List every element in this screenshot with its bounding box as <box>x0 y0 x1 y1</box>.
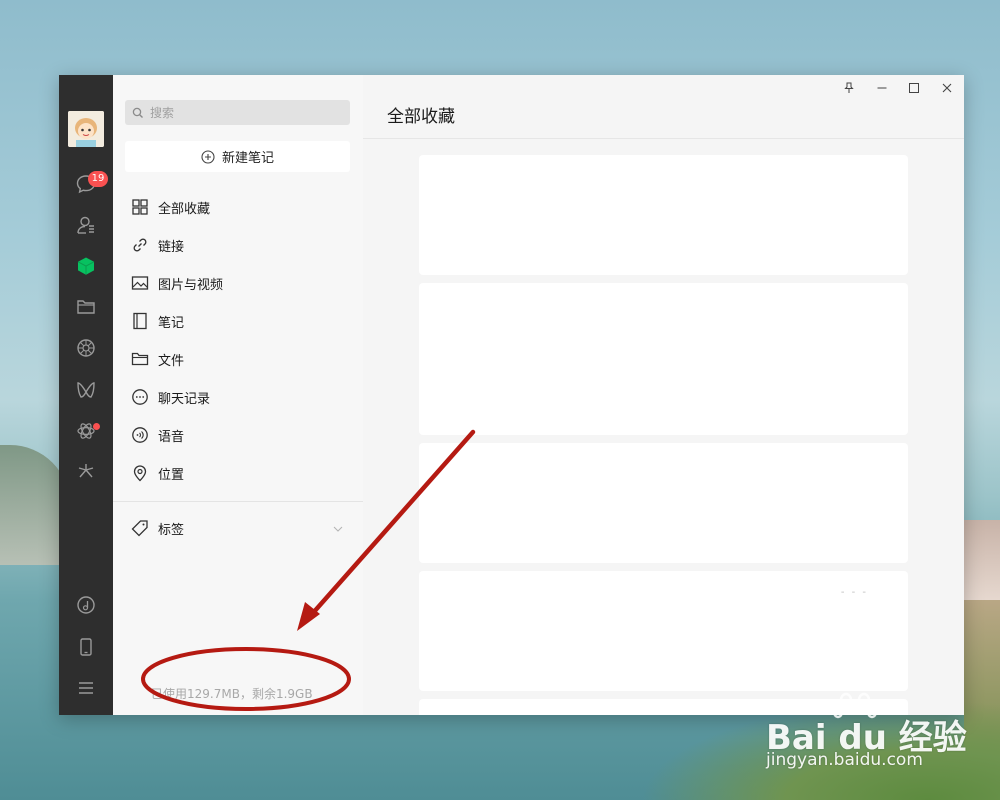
plus-circle-icon <box>201 149 215 164</box>
page-title: 全部收藏 <box>387 107 455 127</box>
nav-item-voice[interactable]: 语音 <box>113 416 363 454</box>
storage-usage: 已使用129.7MB，剩余1.9GB <box>151 687 313 701</box>
nav-item-label: 全部收藏 <box>158 201 211 217</box>
moments-icon[interactable] <box>74 336 98 360</box>
search-icon <box>132 107 143 118</box>
tags-label: 标签 <box>158 522 185 538</box>
maximize-icon[interactable] <box>904 81 924 95</box>
search-input[interactable] <box>148 104 332 121</box>
nav-item-label: 聊天记录 <box>158 391 211 407</box>
menu-icon[interactable] <box>74 676 98 700</box>
favorite-card[interactable] <box>419 443 908 563</box>
image-icon <box>130 273 150 293</box>
nav-item-links[interactable]: 链接 <box>113 226 363 264</box>
chat-bubble-icon <box>130 387 150 407</box>
folder-icon[interactable] <box>74 295 98 319</box>
voice-icon <box>130 425 150 445</box>
favorite-card[interactable]: - - - <box>419 571 908 691</box>
nav-item-chat-history[interactable]: 聊天记录 <box>113 378 363 416</box>
grid-icon <box>130 197 150 217</box>
tags-section[interactable]: 标签 <box>113 509 363 547</box>
close-icon[interactable] <box>937 81 957 95</box>
watermark-url: jingyan.baidu.com <box>766 750 923 770</box>
left-rail: 19 <box>59 75 113 715</box>
folder-icon <box>130 349 150 369</box>
search-box[interactable] <box>125 100 350 125</box>
notebook-icon <box>130 311 150 331</box>
favorites-nav: 全部收藏 链接 图片与视频 笔记 文件 聊天记录 语音 位置 <box>113 188 363 492</box>
nav-item-notes[interactable]: 笔记 <box>113 302 363 340</box>
nav-item-all-favorites[interactable]: 全部收藏 <box>113 188 363 226</box>
main-panel: 全部收藏 - - - <box>363 75 964 715</box>
nav-item-label: 图片与视频 <box>158 277 224 293</box>
favorite-card[interactable] <box>419 155 908 275</box>
link-icon <box>130 235 150 255</box>
pin-icon[interactable] <box>839 81 859 95</box>
minimize-icon[interactable] <box>872 81 892 95</box>
phone-icon[interactable] <box>74 635 98 659</box>
nav-item-files[interactable]: 文件 <box>113 340 363 378</box>
channels-icon[interactable] <box>74 378 98 402</box>
favorites-sidebar: 新建笔记 全部收藏 链接 图片与视频 <box>113 75 364 715</box>
favorite-card[interactable] <box>419 283 908 435</box>
contacts-icon[interactable] <box>74 213 98 237</box>
nav-item-label: 语音 <box>158 429 185 445</box>
new-note-button[interactable]: 新建笔记 <box>125 141 350 172</box>
user-avatar[interactable] <box>68 111 104 147</box>
wechat-window: 19 搜索 新建笔记 全部收藏 链接 图片与视频 笔记 文件 聊天记录 语音 位… <box>59 75 964 715</box>
nav-item-images-videos[interactable]: 图片与视频 <box>113 264 363 302</box>
nav-item-location[interactable]: 位置 <box>113 454 363 492</box>
location-icon <box>130 463 150 483</box>
nav-item-label: 链接 <box>158 239 185 255</box>
nav-item-label: 位置 <box>158 467 185 483</box>
chevron-down-icon[interactable] <box>333 522 343 537</box>
music-icon[interactable] <box>74 593 98 617</box>
notification-dot <box>93 423 100 430</box>
tag-icon <box>130 518 150 538</box>
background-cliff <box>960 520 1000 600</box>
nav-item-label: 笔记 <box>158 315 185 331</box>
sidebar-divider <box>113 501 363 502</box>
search-discover-icon[interactable] <box>74 459 98 483</box>
new-note-label: 新建笔记 <box>221 151 274 166</box>
nav-item-label: 文件 <box>158 353 185 369</box>
unread-badge: 19 <box>88 171 108 187</box>
favorites-icon[interactable] <box>74 254 98 278</box>
card-placeholder-text: - - - <box>840 587 868 598</box>
